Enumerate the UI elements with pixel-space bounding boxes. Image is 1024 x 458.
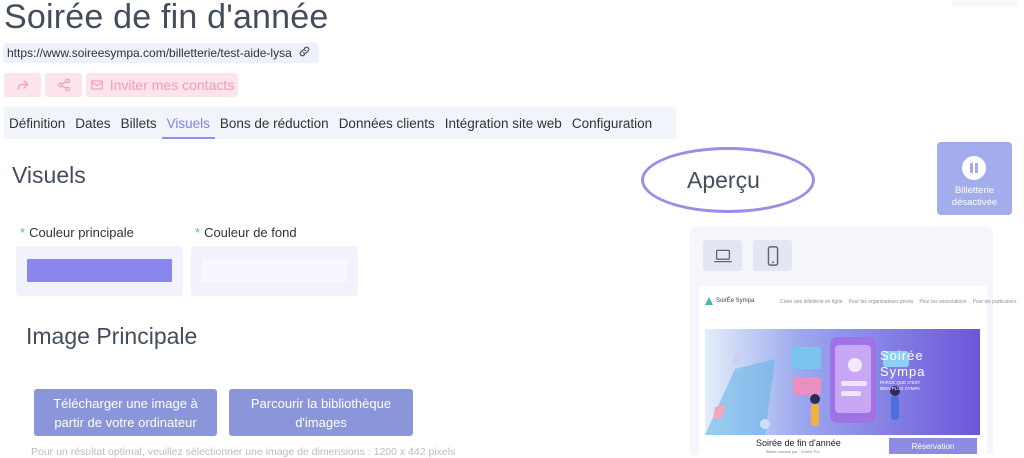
preview-banner <box>705 329 980 435</box>
banner-brand-line1: Soirée <box>880 348 924 363</box>
tab-donnees-clients[interactable]: Données clients <box>334 107 440 139</box>
preview-nav-item: Pour les particuliers <box>972 299 1017 305</box>
preview-event-sub: Billets vendus par : Soirée Pro <box>766 449 820 454</box>
section-title: Visuels <box>12 162 86 188</box>
desktop-view-button[interactable] <box>703 240 742 271</box>
share-button[interactable] <box>4 73 41 97</box>
ticketing-status-label: Billetterie désactivée <box>951 185 998 208</box>
image-size-hint: Pour un résultat optimal, veuillez sélec… <box>31 446 456 458</box>
main-color-label: * Couleur principale <box>20 225 134 240</box>
banner-brand: Soirée Sympa PARCE QUE C'EST BIEN PLUS S… <box>880 348 928 392</box>
preview-title: Aperçu <box>687 167 760 193</box>
ticketing-status-button[interactable]: Billetterie désactivée <box>937 142 1012 215</box>
preview-site-nav: Créer une billetterie en ligne Pour les … <box>780 299 1016 305</box>
tab-bons-reduction[interactable]: Bons de réduction <box>215 107 334 139</box>
invite-contacts-button[interactable]: Inviter mes contacts <box>86 73 238 97</box>
tab-integration-site-web[interactable]: Intégration site web <box>440 107 567 139</box>
banner-illustration <box>705 329 980 435</box>
banner-brand-line2: Sympa <box>880 364 926 379</box>
banner-tagline: PARCE QUE C'EST BIEN PLUS SYMPA <box>880 380 921 391</box>
share-icon <box>17 80 28 90</box>
preview-nav-item: Pour les associations <box>919 299 967 305</box>
logo-icon <box>705 297 713 305</box>
invite-contacts-label: Inviter mes contacts <box>109 77 235 93</box>
pause-icon <box>962 156 986 180</box>
bg-color-label-text: Couleur de fond <box>204 225 297 240</box>
preview-event-name: Soirée de fin d'année <box>756 438 841 448</box>
social-share-button[interactable] <box>45 73 82 97</box>
bg-color-picker[interactable] <box>202 259 347 282</box>
laptop-icon <box>713 249 732 262</box>
upload-image-label: Télécharger une image à partir de votre … <box>53 395 198 430</box>
browse-library-label: Parcourir la bibliothèque d'images <box>250 395 392 430</box>
image-section-title: Image Principale <box>26 323 198 349</box>
tab-bar: Définition Dates Billets Visuels Bons de… <box>4 107 676 139</box>
preview-site-logo: SoirÉe Sympa <box>705 297 754 305</box>
browse-library-button[interactable]: Parcourir la bibliothèque d'images <box>229 389 413 436</box>
tab-billets[interactable]: Billets <box>116 107 162 139</box>
tab-definition[interactable]: Définition <box>4 107 70 139</box>
bg-color-label: * Couleur de fond <box>195 225 297 240</box>
nodes-icon <box>57 78 70 92</box>
phone-icon <box>767 245 778 266</box>
main-color-picker[interactable] <box>27 259 172 282</box>
tab-configuration[interactable]: Configuration <box>567 107 657 139</box>
preview-nav-item: Pour les organisateurs privés <box>848 299 914 305</box>
preview-reserve-button[interactable]: Réservation <box>889 438 977 454</box>
preview-nav-item: Créer une billetterie en ligne <box>780 299 843 305</box>
required-marker: * <box>195 225 201 240</box>
link-icon <box>298 45 311 61</box>
mail-icon <box>90 80 103 90</box>
required-marker: * <box>20 225 26 240</box>
event-url-link[interactable]: https://www.soireesympa.com/billetterie/… <box>3 43 319 63</box>
tab-visuels[interactable]: Visuels <box>161 107 215 139</box>
event-url-text: https://www.soireesympa.com/billetterie/… <box>7 46 292 60</box>
main-color-label-text: Couleur principale <box>29 225 134 240</box>
page-title: Soirée de fin d'année <box>4 0 329 36</box>
top-right-corner-panel <box>952 0 1018 7</box>
preview-logo-text: SoirÉe Sympa <box>716 298 755 304</box>
tab-dates[interactable]: Dates <box>70 107 115 139</box>
mobile-view-button[interactable] <box>753 240 792 271</box>
upload-image-button[interactable]: Télécharger une image à partir de votre … <box>34 389 217 436</box>
